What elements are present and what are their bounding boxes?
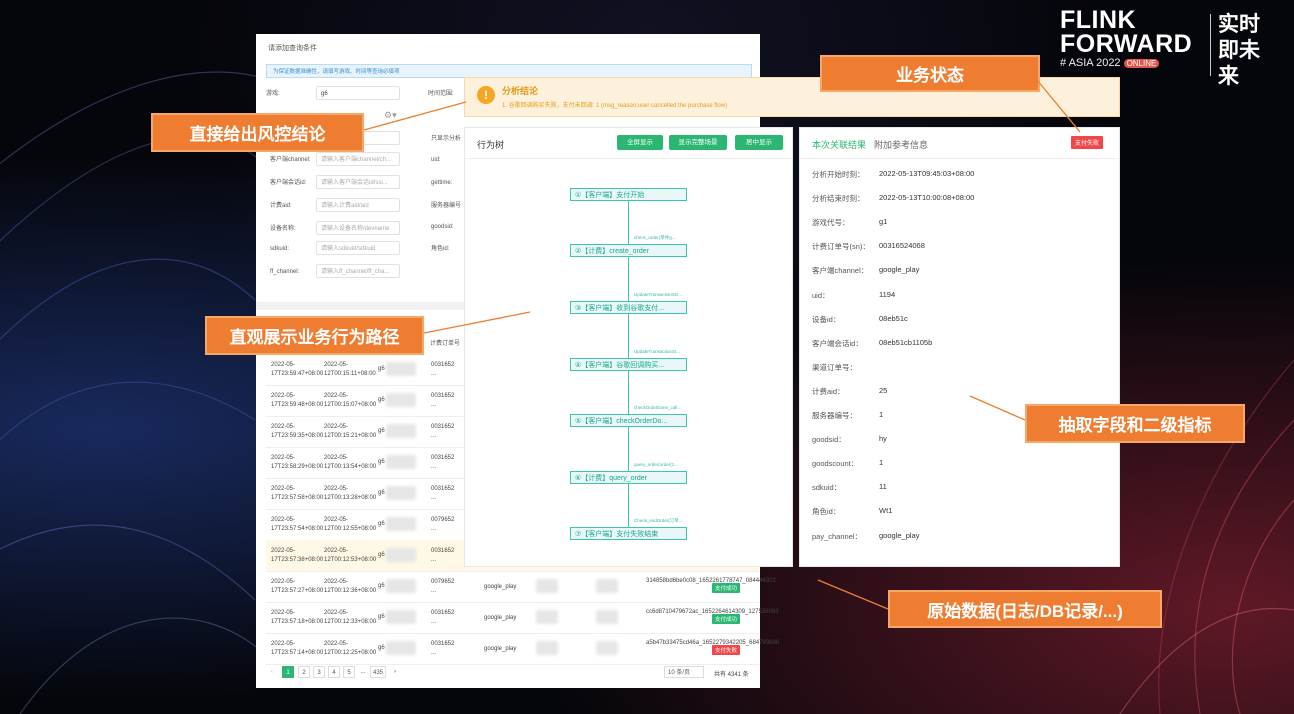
- callout-connectors: [363, 79, 1081, 610]
